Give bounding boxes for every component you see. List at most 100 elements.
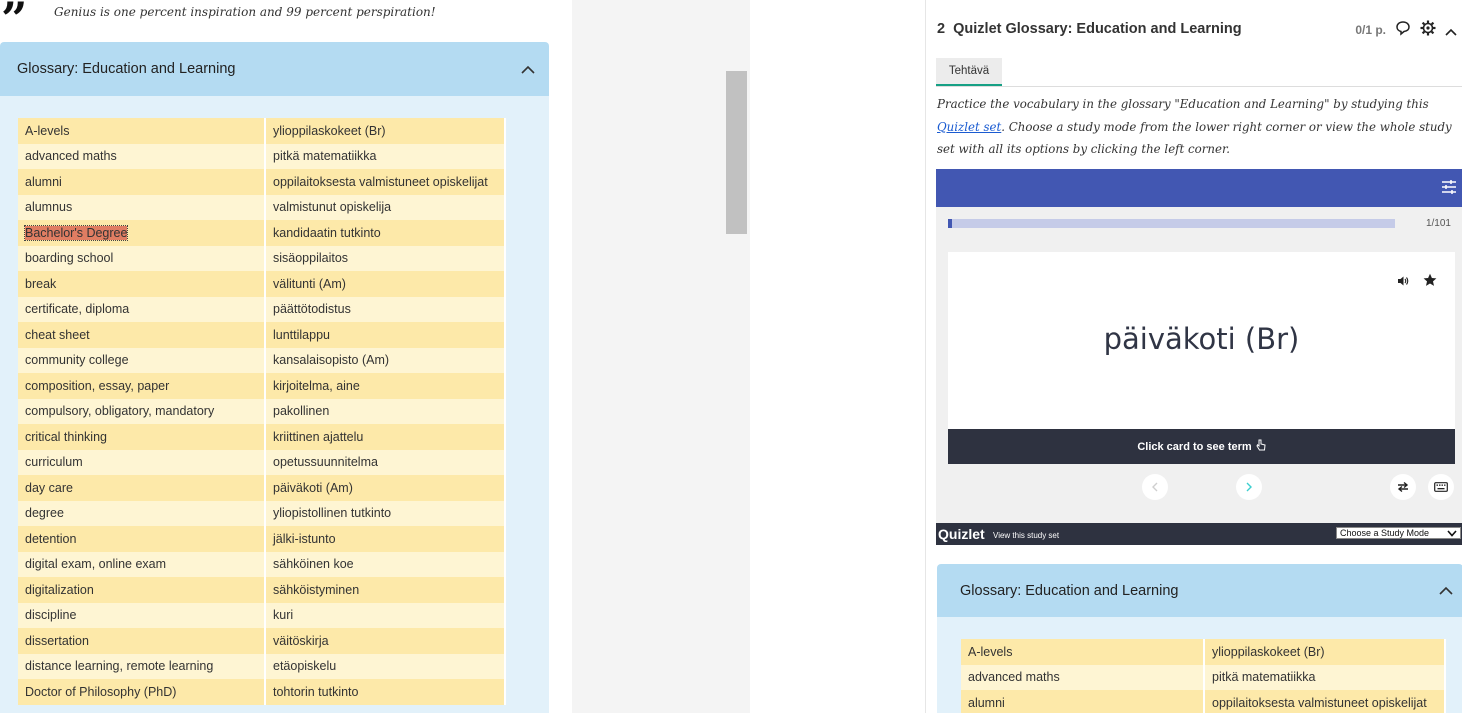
collapse-chevron-icon[interactable] [1445,21,1457,40]
definition-cell: lunttilappu [265,322,506,348]
definition-cell: etäopiskelu [265,653,506,679]
term-cell: boarding school [18,245,266,271]
term-cell: advanced maths [18,143,266,169]
table-row: advanced maths pitkä matematiikka [18,143,506,169]
quote-text: Genius is one percent inspiration and 99… [54,5,436,19]
study-mode-select[interactable]: Choose a Study Mode [1336,527,1461,539]
term-cell: compulsory, obligatory, mandatory [18,398,266,424]
term-cell: Doctor of Philosophy (PhD) [18,679,266,705]
star-icon[interactable] [1423,272,1437,291]
keyboard-shortcuts-button[interactable] [1428,474,1454,500]
chevron-up-icon[interactable] [521,62,535,76]
glossary-title: Glossary: Education and Learning [17,61,236,77]
task-instructions: Practice the vocabulary in the glossary … [937,93,1459,161]
glossary-accordion-header[interactable]: Glossary: Education and Learning [0,42,549,96]
table-row: digitalization sähköistyminen [18,577,506,603]
table-row: compulsory, obligatory, mandatory pakolli… [18,398,506,424]
task-title: 2 Quizlet Glossary: Education and Learni… [937,21,1242,37]
glossary-title-right: Glossary: Education and Learning [960,582,1179,599]
chevron-up-icon[interactable] [1439,584,1453,598]
glossary-accordion-body-right: A-levels ylioppilaskokeet (Br) advanced ma… [937,617,1462,713]
sliders-icon[interactable] [1441,179,1457,199]
definition-cell: välitunti (Am) [265,271,506,297]
swap-icon [1397,481,1409,493]
next-card-button[interactable] [1236,474,1262,500]
table-row: boarding school sisäoppilaitos [18,245,506,271]
card-actions [1397,272,1437,291]
term-cell: degree [18,500,266,526]
definition-cell: pitkä matematiikka [265,143,506,169]
task-name: Quizlet Glossary: Education and Learning [953,21,1242,37]
definition-cell: opetussuunnitelma [265,449,506,475]
tab-divider [936,86,1462,87]
table-row: day care päiväkoti (Am) [18,475,506,501]
chevron-down-icon [1447,529,1457,537]
quote-icon: ” [1,0,28,46]
table-row: community college kansalaisopisto (Am) [18,347,506,373]
chevron-right-icon [1246,482,1252,492]
definition-cell: väitöskirja [265,628,506,654]
hand-pointer-icon [1256,439,1266,454]
glossary-accordion-body: A-levels ylioppilaskokeet (Br) advanced ma… [0,96,549,713]
quizlet-set-link[interactable]: Quizlet set [937,120,1001,134]
term-cell: A-levels [961,639,1205,665]
progress-bar [948,219,1395,228]
gear-icon[interactable] [1420,20,1436,40]
definition-cell: kandidaatin tutkinto [265,220,506,246]
table-row: degree yliopistollinen tutkinto [18,500,506,526]
definition-cell: tohtorin tutkinto [265,679,506,705]
definition-cell: ylioppilaskokeet (Br) [1204,639,1446,665]
term-cell: discipline [18,602,266,628]
table-row: alumni oppilaitoksesta valmistuneet opisk… [18,169,506,195]
tab-tehtava[interactable]: Tehtävä [936,58,1002,86]
term-cell: cheat sheet [18,322,266,348]
glossary-table: A-levels ylioppilaskokeet (Br) advanced ma… [18,118,506,705]
table-row: curriculum opetussuunnitelma [18,449,506,475]
feedback-icon[interactable] [1395,20,1411,40]
definition-cell: oppilaitoksesta valmistuneet opiskelijat [265,169,506,195]
table-row: cheat sheet lunttilappu [18,322,506,348]
term-cell: certificate, diploma [18,296,266,322]
flip-card-bar[interactable]: Click card to see term [948,429,1455,464]
term-cell: curriculum [18,449,266,475]
term-cell: break [18,271,266,297]
term-cell: alumnus [18,194,266,220]
page-gap [572,0,750,713]
flashcard[interactable]: päiväkoti (Br) [948,252,1455,429]
instructions-text: Practice the vocabulary in the glossary … [937,97,1429,111]
definition-cell: jälki-istunto [265,526,506,552]
term-cell: dissertation [18,628,266,654]
definition-cell: päättötodistus [265,296,506,322]
definition-cell: oppilaitoksesta valmistuneet opiskelijat [1204,690,1446,713]
definition-cell: päiväkoti (Am) [265,475,506,501]
term-cell: critical thinking [18,424,266,450]
table-row: break välitunti (Am) [18,271,506,297]
instructions-text-end: . Choose a study mode from the lower rig… [937,119,1452,157]
definition-cell: kansalaisopisto (Am) [265,347,506,373]
speaker-icon[interactable] [1397,272,1409,291]
view-study-set-link[interactable]: View this study set [993,531,1059,540]
term-cell: community college [18,347,266,373]
term-cell: composition, essay, paper [18,373,266,399]
quizlet-embed: 1/101 päiväkoti (Br) Click card to see t… [936,169,1462,545]
term-cell: advanced maths [961,664,1205,690]
term-cell: A-levels [18,118,266,144]
definition-cell: sähköinen koe [265,551,506,577]
task-toolbar: 0/1 p. [1355,20,1457,40]
chevron-left-icon [1152,482,1158,492]
keyboard-icon [1434,482,1448,492]
table-row: advanced maths pitkä matematiikka [961,664,1446,690]
term-cell: Bachelor's Degree [18,220,266,246]
table-row: certificate, diploma päättötodistus [18,296,506,322]
glossary-accordion-header-right[interactable]: Glossary: Education and Learning [937,564,1462,617]
definition-cell: valmistunut opiskelija [265,194,506,220]
table-row: distance learning, remote learning etäopi… [18,653,506,679]
definition-cell: kriittinen ajattelu [265,424,506,450]
table-row: Bachelor's Degree kandidaatin tutkinto [18,220,506,246]
quizlet-logo[interactable]: Quizlet [938,526,985,542]
scrollbar-thumb[interactable] [726,71,747,234]
prev-card-button[interactable] [1142,474,1168,500]
table-row: detention jälki-istunto [18,526,506,552]
swap-sides-button[interactable] [1390,474,1416,500]
progress-fill [948,219,953,228]
